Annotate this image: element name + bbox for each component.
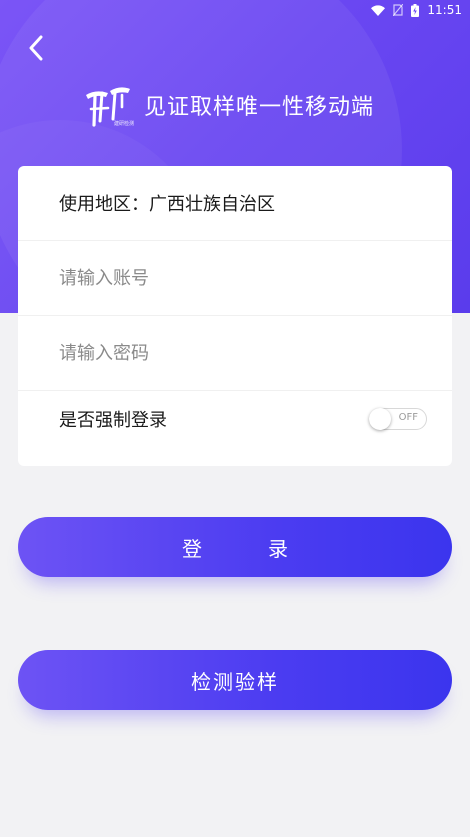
password-input[interactable]: [59, 342, 389, 364]
force-login-toggle[interactable]: OFF: [369, 407, 427, 430]
app-title: 见证取样唯一性移动端: [144, 95, 375, 120]
logo-caption: 建研检测: [113, 121, 134, 127]
no-sim-icon: [393, 4, 404, 16]
brand: 建研检测 见证取样唯一性移动端: [82, 80, 374, 130]
status-bar: 11:51: [0, 0, 470, 20]
test-sample-button[interactable]: 检测验样: [18, 650, 452, 710]
battery-charging-icon: [411, 3, 420, 17]
app-logo: 建研检测: [82, 81, 134, 129]
toggle-state-text: OFF: [398, 411, 418, 423]
force-login-row: 是否强制登录 OFF: [18, 391, 452, 446]
login-card: 使用地区： 广西壮族自治区 是否强制登录 OFF: [18, 166, 452, 466]
toggle-knob: [369, 407, 391, 430]
login-button[interactable]: 登录: [18, 517, 452, 577]
chevron-left-icon: [29, 35, 43, 61]
region-value: 广西壮族自治区: [149, 194, 275, 215]
region-row[interactable]: 使用地区： 广西壮族自治区: [18, 166, 452, 241]
region-label: 使用地区：: [59, 194, 149, 215]
back-button[interactable]: [20, 30, 52, 66]
wifi-icon: [371, 4, 386, 16]
status-time: 11:51: [427, 3, 462, 17]
account-row: [18, 241, 452, 316]
account-input[interactable]: [59, 267, 389, 289]
password-row: [18, 316, 452, 391]
force-login-label: 是否强制登录: [59, 409, 167, 431]
